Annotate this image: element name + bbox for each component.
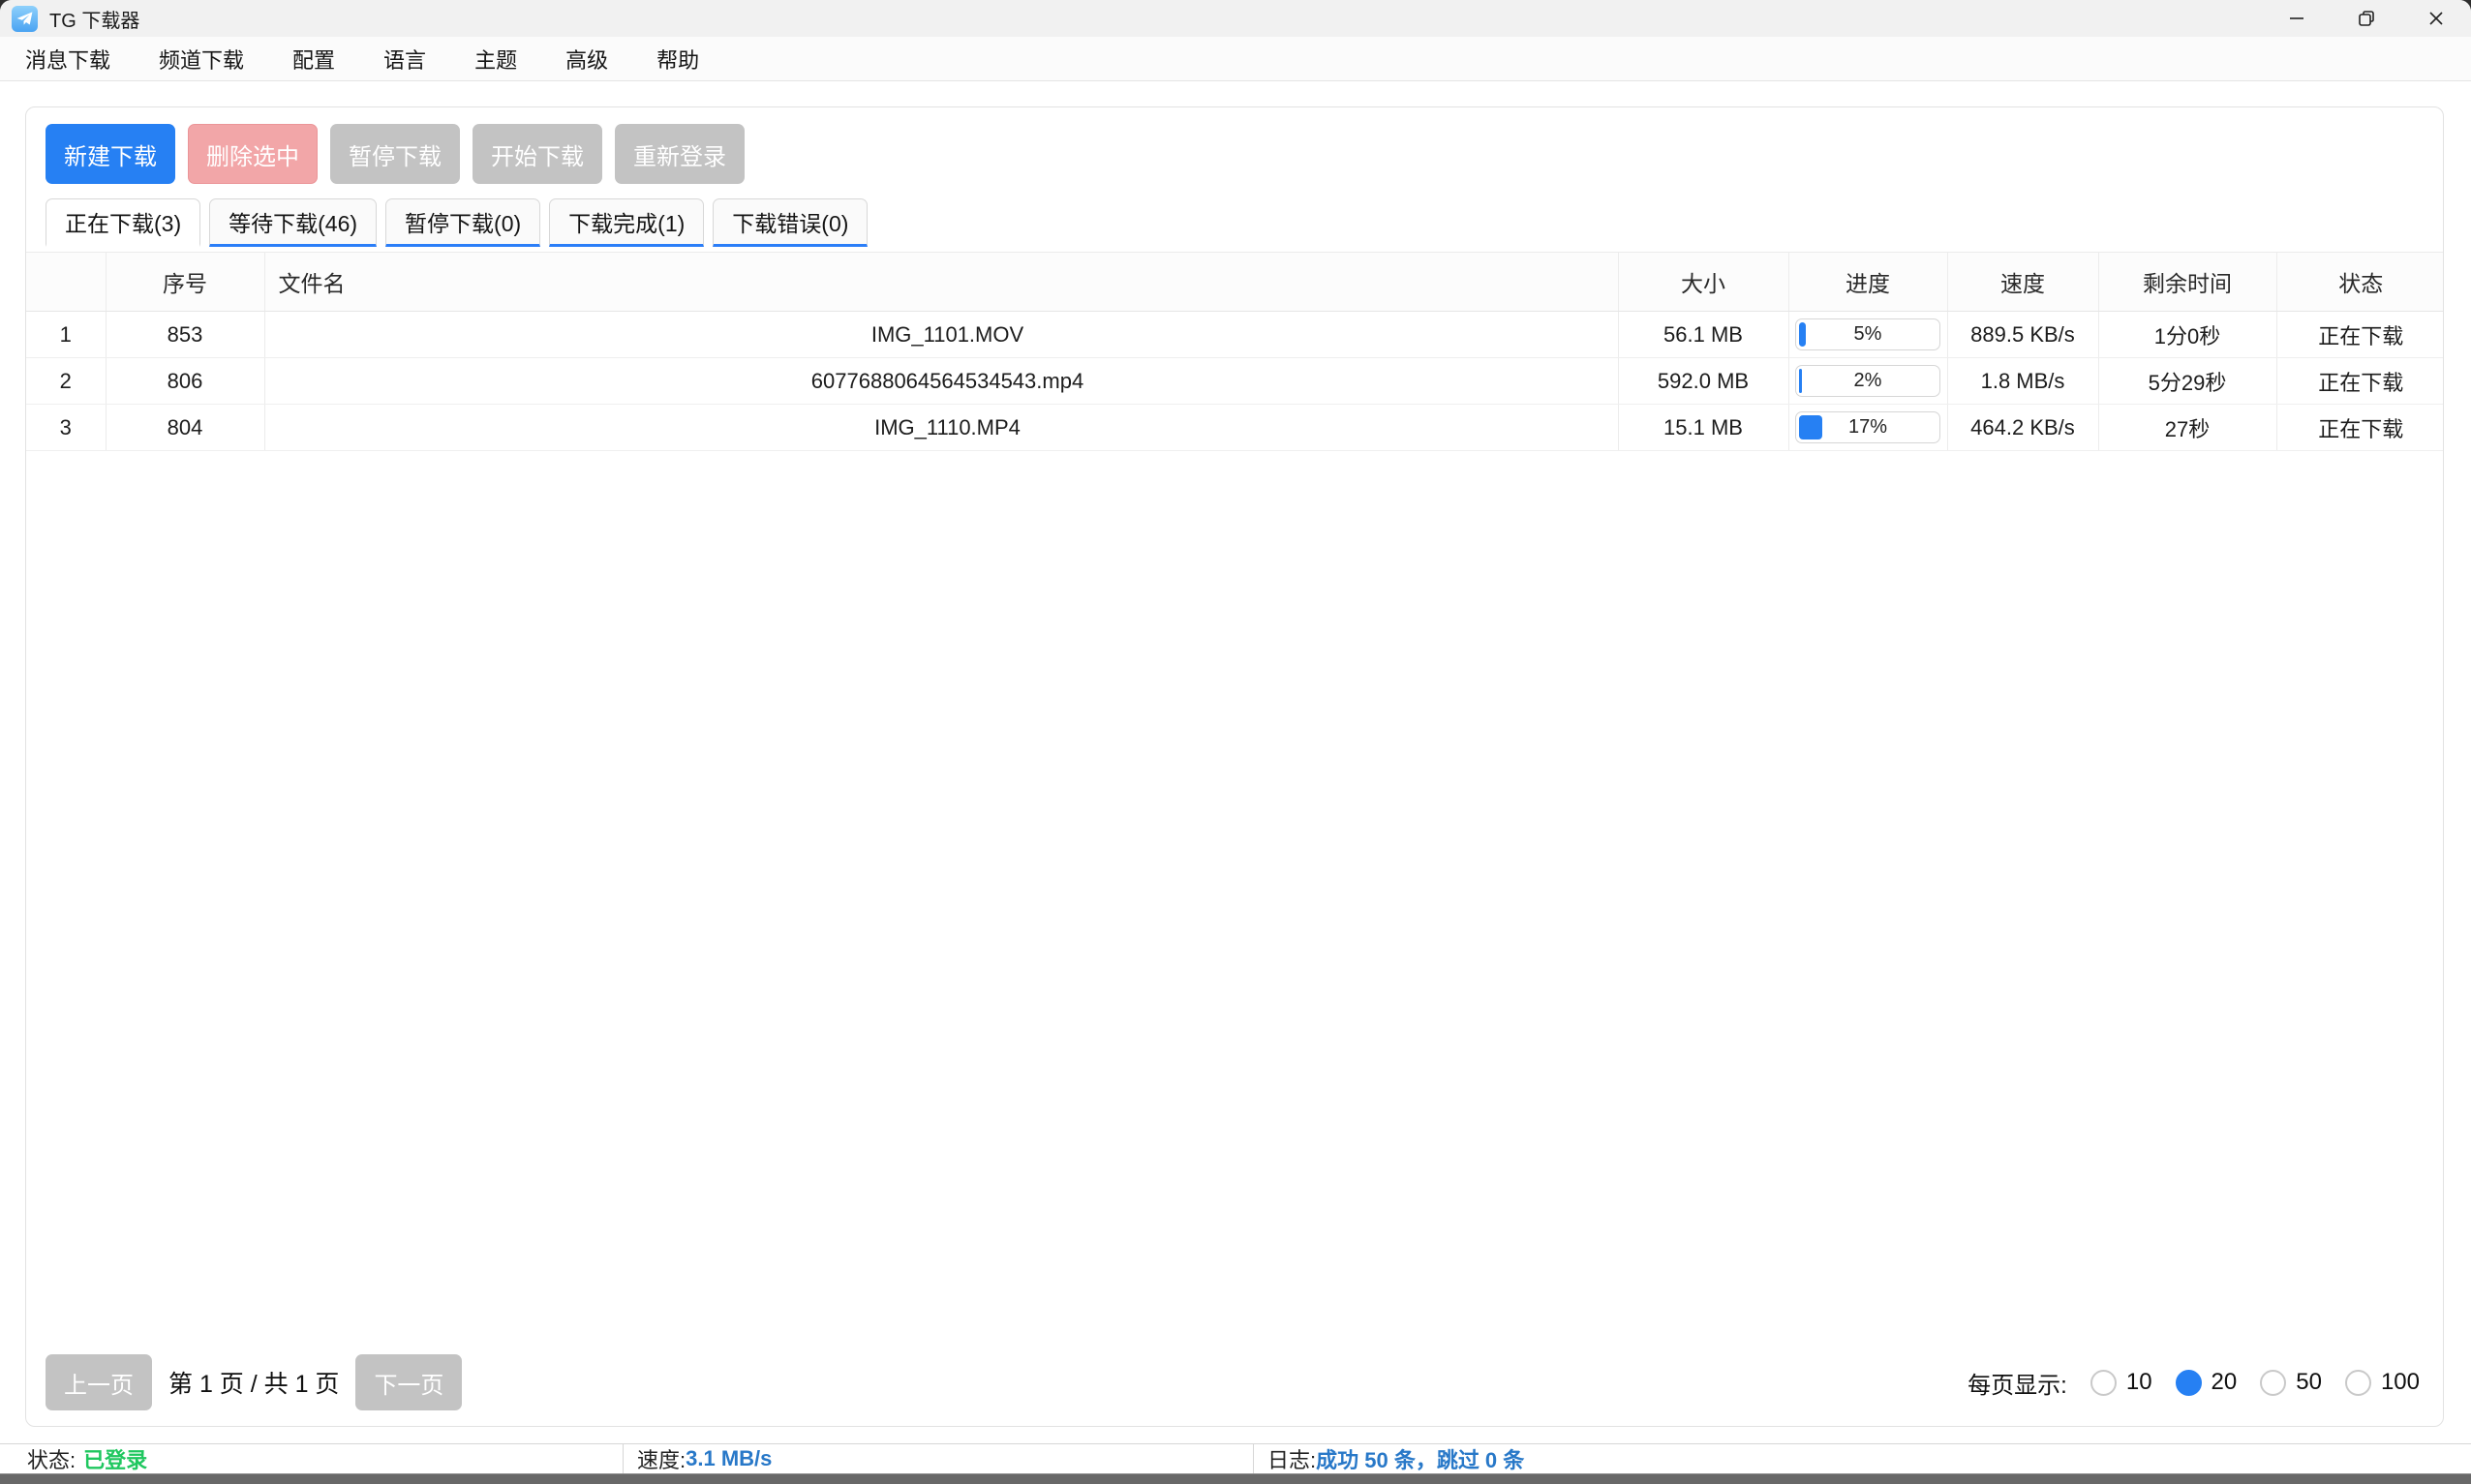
menu-item-theme[interactable]: 主题: [474, 44, 517, 75]
status-bar: 状态: 已登录 速度: 3.1 MB/s 日志: 成功 50 条，跳过 0 条: [0, 1443, 2471, 1473]
pagination-bar: 上一页 第 1 页 / 共 1 页 下一页 每页显示: 10 20 50 100: [26, 1354, 2443, 1426]
cell-status: 正在下载: [2276, 312, 2444, 358]
log-label: 日志:: [1267, 1443, 1316, 1474]
cell-status: 正在下载: [2276, 405, 2444, 451]
table-row[interactable]: 1853IMG_1101.MOV56.1 MB 5% 889.5 KB/s1分0秒正…: [26, 312, 2444, 358]
window-controls: [2262, 0, 2471, 37]
status-section: 状态: 已登录: [0, 1444, 623, 1473]
page-info: 第 1 页 / 共 1 页: [168, 1365, 339, 1400]
cell-remaining: 27秒: [2098, 405, 2276, 451]
table-header-row: 序号文件名大小进度速度剩余时间状态: [26, 253, 2444, 312]
app-window: TG 下载器 消息下载 频道下载 配置 语言 主题 高级 帮助 新建下载删除选中暂停下载开始…: [0, 0, 2471, 1484]
cell-remaining: 5分29秒: [2098, 358, 2276, 405]
cell-id: 806: [106, 358, 264, 405]
cell-filename: IMG_1101.MOV: [264, 312, 1618, 358]
tab-paused[interactable]: 暂停下载(0): [385, 198, 540, 247]
progress-bar: 17%: [1795, 411, 1940, 443]
speed-label: 速度:: [637, 1443, 686, 1474]
menu-bar: 消息下载 频道下载 配置 语言 主题 高级 帮助: [0, 37, 2471, 81]
cell-size: 15.1 MB: [1618, 405, 1788, 451]
download-table: 序号文件名大小进度速度剩余时间状态 1853IMG_1101.MOV56.1 M…: [26, 252, 2444, 451]
per-page-option-10[interactable]: 10: [2126, 1369, 2152, 1396]
cell-speed: 889.5 KB/s: [1947, 312, 2098, 358]
tab-bar: 正在下载(3)等待下载(46)暂停下载(0)下载完成(1)下载错误(0): [26, 198, 2443, 247]
relogin-button[interactable]: 重新登录: [615, 124, 745, 184]
cell-size: 592.0 MB: [1618, 358, 1788, 405]
next-page-button[interactable]: 下一页: [355, 1354, 462, 1410]
delete-selected-button[interactable]: 删除选中: [188, 124, 318, 184]
cell-size: 56.1 MB: [1618, 312, 1788, 358]
table-empty-area: [26, 451, 2443, 1354]
menu-item-message-download[interactable]: 消息下载: [25, 44, 110, 75]
window-title: TG 下载器: [49, 5, 139, 33]
per-page-radio-10[interactable]: [2090, 1370, 2117, 1396]
window-bottom-edge: [0, 1473, 2471, 1484]
tab-completed[interactable]: 下载完成(1): [549, 198, 704, 247]
cell-speed: 1.8 MB/s: [1947, 358, 2098, 405]
log-section: 日志: 成功 50 条，跳过 0 条: [1253, 1444, 2471, 1473]
menu-item-help[interactable]: 帮助: [656, 44, 699, 75]
progress-bar: 5%: [1795, 318, 1940, 350]
cell-id: 853: [106, 312, 264, 358]
login-status-value: 已登录: [83, 1443, 147, 1474]
close-icon[interactable]: [2401, 0, 2471, 37]
column-header-select: [26, 253, 106, 312]
column-header-状态: 状态: [2276, 253, 2444, 312]
menu-item-language[interactable]: 语言: [383, 44, 426, 75]
column-header-序号: 序号: [106, 253, 264, 312]
cell-progress: 17%: [1788, 405, 1947, 451]
title-bar: TG 下载器: [0, 0, 2471, 37]
pause-download-button[interactable]: 暂停下载: [330, 124, 460, 184]
progress-bar: 2%: [1795, 365, 1940, 397]
speed-section: 速度: 3.1 MB/s: [623, 1444, 1253, 1473]
cell-row-index: 1: [26, 312, 106, 358]
per-page-radio-50[interactable]: [2260, 1370, 2286, 1396]
status-label: 状态:: [27, 1443, 76, 1474]
menu-item-channel-download[interactable]: 频道下载: [159, 44, 244, 75]
progress-label: 2%: [1796, 366, 1939, 396]
cell-row-index: 3: [26, 405, 106, 451]
cell-remaining: 1分0秒: [2098, 312, 2276, 358]
per-page-option-50[interactable]: 50: [2296, 1369, 2322, 1396]
cell-status: 正在下载: [2276, 358, 2444, 405]
progress-label: 5%: [1796, 319, 1939, 349]
tab-waiting[interactable]: 等待下载(46): [209, 198, 377, 247]
table-row[interactable]: 3804IMG_1110.MP415.1 MB 17% 464.2 KB/s27秒正…: [26, 405, 2444, 451]
menu-item-config[interactable]: 配置: [292, 44, 335, 75]
column-header-速度: 速度: [1947, 253, 2098, 312]
cell-id: 804: [106, 405, 264, 451]
telegram-plane-icon: [12, 6, 38, 32]
per-page-option-20[interactable]: 20: [2212, 1369, 2238, 1396]
column-header-进度: 进度: [1788, 253, 1947, 312]
column-header-剩余时间: 剩余时间: [2098, 253, 2276, 312]
new-download-button[interactable]: 新建下载: [46, 124, 175, 184]
table-row[interactable]: 28066077688064564534543.mp4592.0 MB 2% 1.8…: [26, 358, 2444, 405]
column-header-文件名: 文件名: [264, 253, 1618, 312]
prev-page-button[interactable]: 上一页: [46, 1354, 152, 1410]
tab-error[interactable]: 下载错误(0): [713, 198, 868, 247]
restore-icon[interactable]: [2332, 0, 2401, 37]
start-download-button[interactable]: 开始下载: [473, 124, 602, 184]
progress-label: 17%: [1796, 412, 1939, 442]
per-page-label: 每页显示:: [1968, 1366, 2067, 1400]
cell-filename: IMG_1110.MP4: [264, 405, 1618, 451]
per-page-selector: 每页显示: 10 20 50 100: [1968, 1366, 2420, 1400]
per-page-radio-100[interactable]: [2345, 1370, 2371, 1396]
per-page-radio-20[interactable]: [2176, 1370, 2202, 1396]
cell-row-index: 2: [26, 358, 106, 405]
cell-filename: 6077688064564534543.mp4: [264, 358, 1618, 405]
speed-value: 3.1 MB/s: [686, 1446, 772, 1471]
cell-progress: 2%: [1788, 358, 1947, 405]
cell-speed: 464.2 KB/s: [1947, 405, 2098, 451]
menu-item-advanced[interactable]: 高级: [565, 44, 608, 75]
minimize-icon[interactable]: [2262, 0, 2332, 37]
log-value: 成功 50 条，跳过 0 条: [1316, 1443, 1524, 1474]
column-header-大小: 大小: [1618, 253, 1788, 312]
tab-downloading[interactable]: 正在下载(3): [46, 198, 200, 247]
per-page-option-100[interactable]: 100: [2381, 1369, 2420, 1396]
cell-progress: 5%: [1788, 312, 1947, 358]
toolbar: 新建下载删除选中暂停下载开始下载重新登录: [26, 107, 2443, 198]
main-panel: 新建下载删除选中暂停下载开始下载重新登录 正在下载(3)等待下载(46)暂停下载…: [25, 106, 2444, 1427]
